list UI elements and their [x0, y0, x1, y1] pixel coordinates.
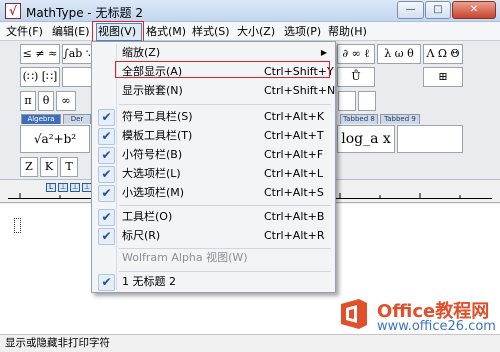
- menu-item-label: 全部显示(A): [122, 65, 183, 78]
- log-expression-button[interactable]: log_a x: [337, 125, 395, 153]
- small-option-k[interactable]: K: [40, 157, 58, 177]
- menu-item-label: 小符号栏(B): [122, 148, 183, 161]
- menu-item-window-untitled-2[interactable]: ✔ 1 无标题 2: [94, 273, 333, 292]
- menu-size[interactable]: 大小(Z): [236, 24, 276, 40]
- menu-item-small-symbol-bar[interactable]: ✔ 小符号栏(B) Ctrl+Alt+F: [94, 146, 333, 165]
- maximize-button[interactable]: □: [425, 1, 451, 19]
- menu-options[interactable]: 选项(P): [283, 24, 322, 40]
- tab-stop-center-button[interactable]: ⊥: [58, 183, 68, 192]
- tab-algebra[interactable]: Algebra: [21, 114, 61, 124]
- menu-item-ruler[interactable]: ✔ 标尺(R) Ctrl+Alt+R: [94, 227, 333, 246]
- tab-tabbed-8[interactable]: Tabbed 8: [340, 114, 378, 124]
- tab-stop-right-button[interactable]: ⊥: [70, 183, 80, 192]
- menu-view[interactable]: 视图(V): [96, 23, 142, 41]
- tab-derivations[interactable]: Der: [63, 114, 91, 124]
- insertion-slot[interactable]: [14, 218, 21, 233]
- menu-item-wolfram-alpha-view: Wolfram Alpha 视图(W): [94, 249, 333, 268]
- pi-symbol-button[interactable]: π: [20, 91, 36, 111]
- menu-item-shortcut: Ctrl+Alt+L: [264, 167, 324, 180]
- menu-item-shortcut: Ctrl+Alt+R: [264, 229, 325, 242]
- check-icon: ✔: [98, 109, 115, 126]
- menu-separator: [119, 104, 331, 105]
- menu-style[interactable]: 样式(S): [191, 24, 231, 40]
- menu-item-small-tab-bar[interactable]: ✔ 小选项栏(M) Ctrl+Alt+S: [94, 184, 333, 203]
- menu-item-large-tab-bar[interactable]: ✔ 大选项栏(L) Ctrl+Alt+L: [94, 165, 333, 184]
- small-option-z[interactable]: Z: [20, 157, 38, 177]
- menu-edit[interactable]: 编辑(E): [51, 24, 91, 40]
- menu-item-label: 缩放(Z): [122, 46, 161, 59]
- accent-palette[interactable]: Ů: [337, 67, 375, 87]
- menu-item-label: 标尺(R): [122, 229, 161, 242]
- office26-watermark: Office教程网 www.office26.com: [337, 295, 497, 337]
- check-icon: ✔: [98, 274, 115, 291]
- menu-item-label: 1 无标题 2: [122, 275, 176, 288]
- menu-item-shortcut: Ctrl+Alt+F: [264, 148, 324, 161]
- menu-item-toolbar[interactable]: ✔ 工具栏(O) Ctrl+Alt+B: [94, 208, 333, 227]
- greek-lower-palette[interactable]: λ ω θ: [377, 44, 421, 64]
- expression-slot[interactable]: [397, 125, 463, 153]
- menu-item-label: 工具栏(O): [122, 210, 173, 223]
- submenu-arrow-icon: ▶: [320, 48, 327, 57]
- menu-item-template-toolbar[interactable]: ✔ 模板工具栏(T) Ctrl+Alt+T: [94, 127, 333, 146]
- greek-upper-palette[interactable]: Λ Ω Θ: [423, 44, 463, 64]
- tab-stop-left-button[interactable]: L: [46, 183, 56, 192]
- view-menu-dropdown: 缩放(Z) ▶ 全部显示(A) Ctrl+Shift+Y 显示嵌套(N) Ctr…: [91, 41, 336, 293]
- menu-item-symbol-toolbar[interactable]: ✔ 符号工具栏(S) Ctrl+Alt+K: [94, 108, 333, 127]
- menu-format[interactable]: 格式(M): [145, 24, 187, 40]
- menu-item-show-nesting[interactable]: 显示嵌套(N) Ctrl+Shift+N: [94, 82, 336, 101]
- menu-item-shortcut: Ctrl+Alt+B: [264, 210, 325, 223]
- infinity-symbol-button[interactable]: ∞: [56, 91, 76, 111]
- check-icon: ✔: [98, 185, 115, 202]
- fences-palette[interactable]: (∷) [∷]: [20, 67, 60, 87]
- check-icon: ✔: [98, 166, 115, 183]
- mathtype-app-icon: √: [5, 3, 21, 19]
- office-logo-icon: [341, 299, 367, 329]
- menu-item-shortcut: Ctrl+Alt+S: [264, 186, 324, 199]
- window-title: MathType - 无标题 2: [26, 6, 143, 20]
- watermark-url: www.office26.com: [377, 319, 496, 334]
- menu-item-label: 符号工具栏(S): [122, 110, 193, 123]
- menu-item-label: 模板工具栏(T): [122, 129, 193, 142]
- menu-item-zoom[interactable]: 缩放(Z) ▶: [94, 44, 333, 63]
- pythagoras-expression-button[interactable]: √a²+b²: [20, 125, 90, 153]
- menu-separator: [119, 205, 331, 206]
- misc-symbols-palette[interactable]: ∂ ∞ ℓ: [337, 44, 375, 64]
- menu-item-label: Wolfram Alpha 视图(W): [122, 251, 248, 264]
- check-icon: ✔: [98, 128, 115, 145]
- title-bar: √ MathType - 无标题 2 — □ ✕: [0, 0, 500, 22]
- menu-item-label: 小选项栏(M): [122, 186, 185, 199]
- theta-symbol-button[interactable]: θ: [38, 91, 54, 111]
- fractions-palette[interactable]: [62, 67, 92, 87]
- minimize-button[interactable]: —: [397, 1, 424, 19]
- menu-separator: [119, 271, 331, 272]
- relations-palette[interactable]: ≤ ≠ ≈: [20, 44, 60, 64]
- menu-item-shortcut: Ctrl+Shift+Y: [264, 65, 334, 78]
- small-symbol-slot[interactable]: [358, 91, 376, 111]
- menu-help[interactable]: 帮助(H): [327, 24, 368, 40]
- check-icon: ✔: [98, 147, 115, 164]
- spaces-palette[interactable]: ∫ab ∵: [62, 44, 92, 64]
- check-icon: ✔: [98, 228, 115, 245]
- menu-file[interactable]: 文件(F): [5, 24, 44, 40]
- menu-item-shortcut: Ctrl+Alt+T: [264, 129, 324, 142]
- menu-item-label: 显示嵌套(N): [122, 84, 183, 97]
- menu-item-show-all[interactable]: 全部显示(A) Ctrl+Shift+Y: [94, 63, 334, 82]
- close-button[interactable]: ✕: [452, 1, 496, 19]
- menu-item-shortcut: Ctrl+Shift+N: [264, 84, 336, 97]
- menu-bar: 文件(F) 编辑(E) 视图(V) 格式(M) 样式(S) 大小(Z) 选项(P…: [0, 22, 500, 41]
- menu-item-shortcut: Ctrl+Alt+K: [264, 110, 325, 123]
- matrix-palette[interactable]: ⊞: [423, 67, 463, 87]
- small-option-t[interactable]: T: [60, 157, 78, 177]
- check-icon: ✔: [98, 209, 115, 226]
- small-symbol-slot[interactable]: [338, 91, 356, 111]
- tab-tabbed-9[interactable]: Tabbed 9: [380, 114, 420, 124]
- menu-item-label: 大选项栏(L): [122, 167, 181, 180]
